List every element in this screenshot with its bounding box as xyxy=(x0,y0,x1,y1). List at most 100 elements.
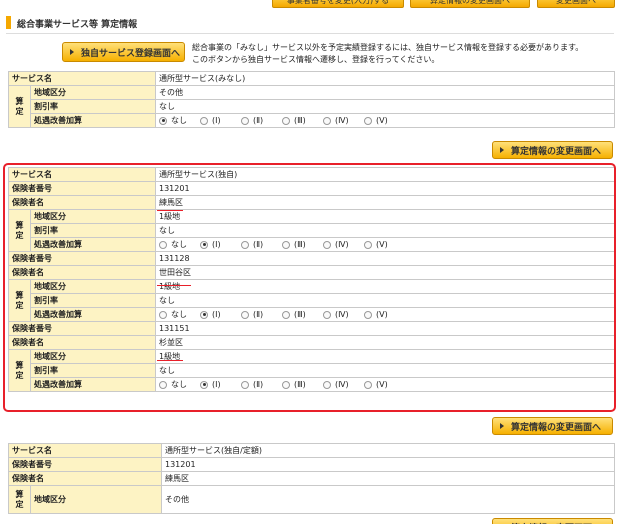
radio-button[interactable] xyxy=(282,310,290,319)
treatment-option[interactable]: (Ⅲ) xyxy=(282,310,323,319)
register-original-service-button[interactable]: 独自サービス登録画面へ xyxy=(62,42,185,62)
radio-label: (Ⅱ) xyxy=(253,310,264,319)
radio-button[interactable] xyxy=(282,116,290,125)
discount-label: 割引率 xyxy=(30,99,156,114)
radio-button[interactable] xyxy=(364,116,372,125)
radio-label: (Ⅲ) xyxy=(294,240,306,249)
radio-button[interactable] xyxy=(241,310,249,319)
radio-button[interactable] xyxy=(282,240,290,249)
insurer-no-label: 保険者番号 xyxy=(8,457,162,472)
treatment-option[interactable]: (Ⅳ) xyxy=(323,116,364,125)
radio-button[interactable] xyxy=(200,240,208,249)
service-name-value: 通所型サービス(独自) xyxy=(155,167,615,182)
treatment-option[interactable]: (Ⅴ) xyxy=(364,380,405,389)
radio-label: なし xyxy=(171,380,187,389)
santei-table-mina: サービス名 通所型サービス(みなし) 算定 地域区分 その他 割引率 なし 処遇… xyxy=(8,71,615,128)
treatment-option[interactable]: (Ⅰ) xyxy=(200,310,241,319)
radio-button[interactable] xyxy=(364,310,372,319)
radio-label: (Ⅰ) xyxy=(212,240,221,249)
insurer-no-label: 保険者番号 xyxy=(8,321,156,336)
radio-label: (Ⅱ) xyxy=(253,116,264,125)
treatment-radio-group: なし (Ⅰ) (Ⅱ) (Ⅲ) (Ⅳ) (Ⅴ) xyxy=(159,239,611,251)
change-insurer-no-button[interactable]: 事業者番号を変更(入力)する xyxy=(272,0,404,8)
area-label: 地域区分 xyxy=(30,349,156,364)
radio-button[interactable] xyxy=(241,240,249,249)
radio-button[interactable] xyxy=(282,380,290,389)
radio-label: なし xyxy=(171,116,187,125)
treatment-option[interactable]: なし xyxy=(159,379,200,390)
insurer-name-value: 練馬区 xyxy=(161,471,615,486)
treatment-option[interactable]: (Ⅱ) xyxy=(241,240,282,249)
treatment-radio-cell: なし (Ⅰ) (Ⅱ) (Ⅲ) (Ⅳ) (Ⅴ) xyxy=(155,377,615,392)
treatment-option[interactable]: (Ⅱ) xyxy=(241,116,282,125)
radio-button[interactable] xyxy=(323,310,331,319)
treatment-option[interactable]: (Ⅰ) xyxy=(200,380,241,389)
treatment-option[interactable]: (Ⅲ) xyxy=(282,380,323,389)
santei-table-original-fixed: サービス名 通所型サービス(独自/定額) 保険者番号 131201 保険者名 練… xyxy=(8,443,615,514)
arrow-right-icon xyxy=(70,49,74,55)
change-santei-button-3[interactable]: 算定情報の変更画面へ xyxy=(492,518,613,524)
insurer-name-value: 世田谷区 xyxy=(155,265,615,280)
radio-button[interactable] xyxy=(364,380,372,389)
treatment-option[interactable]: (Ⅰ) xyxy=(200,116,241,125)
insurer-no-value: 131201 xyxy=(155,181,615,196)
treatment-label: 処遇改善加算 xyxy=(30,307,156,322)
treatment-option[interactable]: (Ⅳ) xyxy=(323,380,364,389)
radio-button[interactable] xyxy=(159,240,167,249)
radio-button[interactable] xyxy=(159,310,167,319)
change-santei-button-2[interactable]: 算定情報の変更画面へ xyxy=(492,417,613,435)
treatment-option[interactable]: (Ⅲ) xyxy=(282,116,323,125)
treatment-option[interactable]: (Ⅱ) xyxy=(241,310,282,319)
top-change-screen-button[interactable]: 変更画面へ xyxy=(537,0,615,8)
radio-button[interactable] xyxy=(323,240,331,249)
treatment-label: 処遇改善加算 xyxy=(30,237,156,252)
treatment-option[interactable]: (Ⅴ) xyxy=(364,116,405,125)
insurer-name-value: 杉並区 xyxy=(155,335,615,350)
treatment-option[interactable]: (Ⅴ) xyxy=(364,310,405,319)
radio-button[interactable] xyxy=(159,116,167,125)
radio-button[interactable] xyxy=(200,380,208,389)
radio-button[interactable] xyxy=(200,116,208,125)
treatment-option[interactable]: (Ⅳ) xyxy=(323,310,364,319)
radio-button[interactable] xyxy=(159,380,167,389)
discount-value: なし xyxy=(155,293,615,308)
radio-button[interactable] xyxy=(200,310,208,319)
santei-label: 算定 xyxy=(8,85,31,128)
discount-label: 割引率 xyxy=(30,363,156,378)
radio-label: (Ⅰ) xyxy=(212,310,221,319)
radio-label: なし xyxy=(171,240,187,249)
treatment-option[interactable]: (Ⅳ) xyxy=(323,240,364,249)
treatment-label: 処遇改善加算 xyxy=(30,113,156,128)
radio-button[interactable] xyxy=(364,240,372,249)
radio-label: (Ⅳ) xyxy=(335,116,349,125)
section-header: 総合事業サービス等 算定情報 xyxy=(6,14,614,34)
highlight-underline xyxy=(157,360,183,361)
treatment-option[interactable]: なし xyxy=(159,239,200,250)
radio-button[interactable] xyxy=(323,380,331,389)
treatment-option[interactable]: (Ⅲ) xyxy=(282,240,323,249)
radio-button[interactable] xyxy=(323,116,331,125)
treatment-radio-group: なし (Ⅰ) (Ⅱ) (Ⅲ) (Ⅳ) (Ⅴ) xyxy=(159,309,611,321)
treatment-radio-cell: なし (Ⅰ) (Ⅱ) (Ⅲ) (Ⅳ) (Ⅴ) xyxy=(155,307,615,322)
arrow-right-icon xyxy=(500,423,504,429)
radio-button[interactable] xyxy=(241,116,249,125)
radio-label: (Ⅳ) xyxy=(335,310,349,319)
area-value: その他 xyxy=(155,85,615,100)
treatment-option[interactable]: (Ⅱ) xyxy=(241,380,282,389)
info-note: 総合事業の「みなし」サービス以外を予定実績登録するには、独自サービス情報を登録す… xyxy=(192,43,584,64)
top-change-santei-button[interactable]: 算定情報の変更画面へ xyxy=(410,0,530,8)
treatment-option[interactable]: なし xyxy=(159,309,200,320)
radio-button[interactable] xyxy=(241,380,249,389)
santei-table-original: サービス名 通所型サービス(独自) 保険者番号 131201 保険者名 練馬区 … xyxy=(8,167,615,392)
treatment-radio-group: なし (Ⅰ) (Ⅱ) (Ⅲ) (Ⅳ) (Ⅴ) xyxy=(159,379,611,391)
treatment-option[interactable]: (Ⅰ) xyxy=(200,240,241,249)
insurer-no-label: 保険者番号 xyxy=(8,181,156,196)
radio-label: (Ⅴ) xyxy=(376,310,388,319)
treatment-option[interactable]: (Ⅴ) xyxy=(364,240,405,249)
discount-value: なし xyxy=(155,99,615,114)
change-santei-button-1[interactable]: 算定情報の変更画面へ xyxy=(492,141,613,159)
discount-value: なし xyxy=(155,363,615,378)
area-label: 地域区分 xyxy=(30,279,156,294)
treatment-option[interactable]: なし xyxy=(159,115,200,126)
treatment-radio-cell: なし (Ⅰ) (Ⅱ) (Ⅲ) (Ⅳ) (Ⅴ) xyxy=(155,113,615,128)
